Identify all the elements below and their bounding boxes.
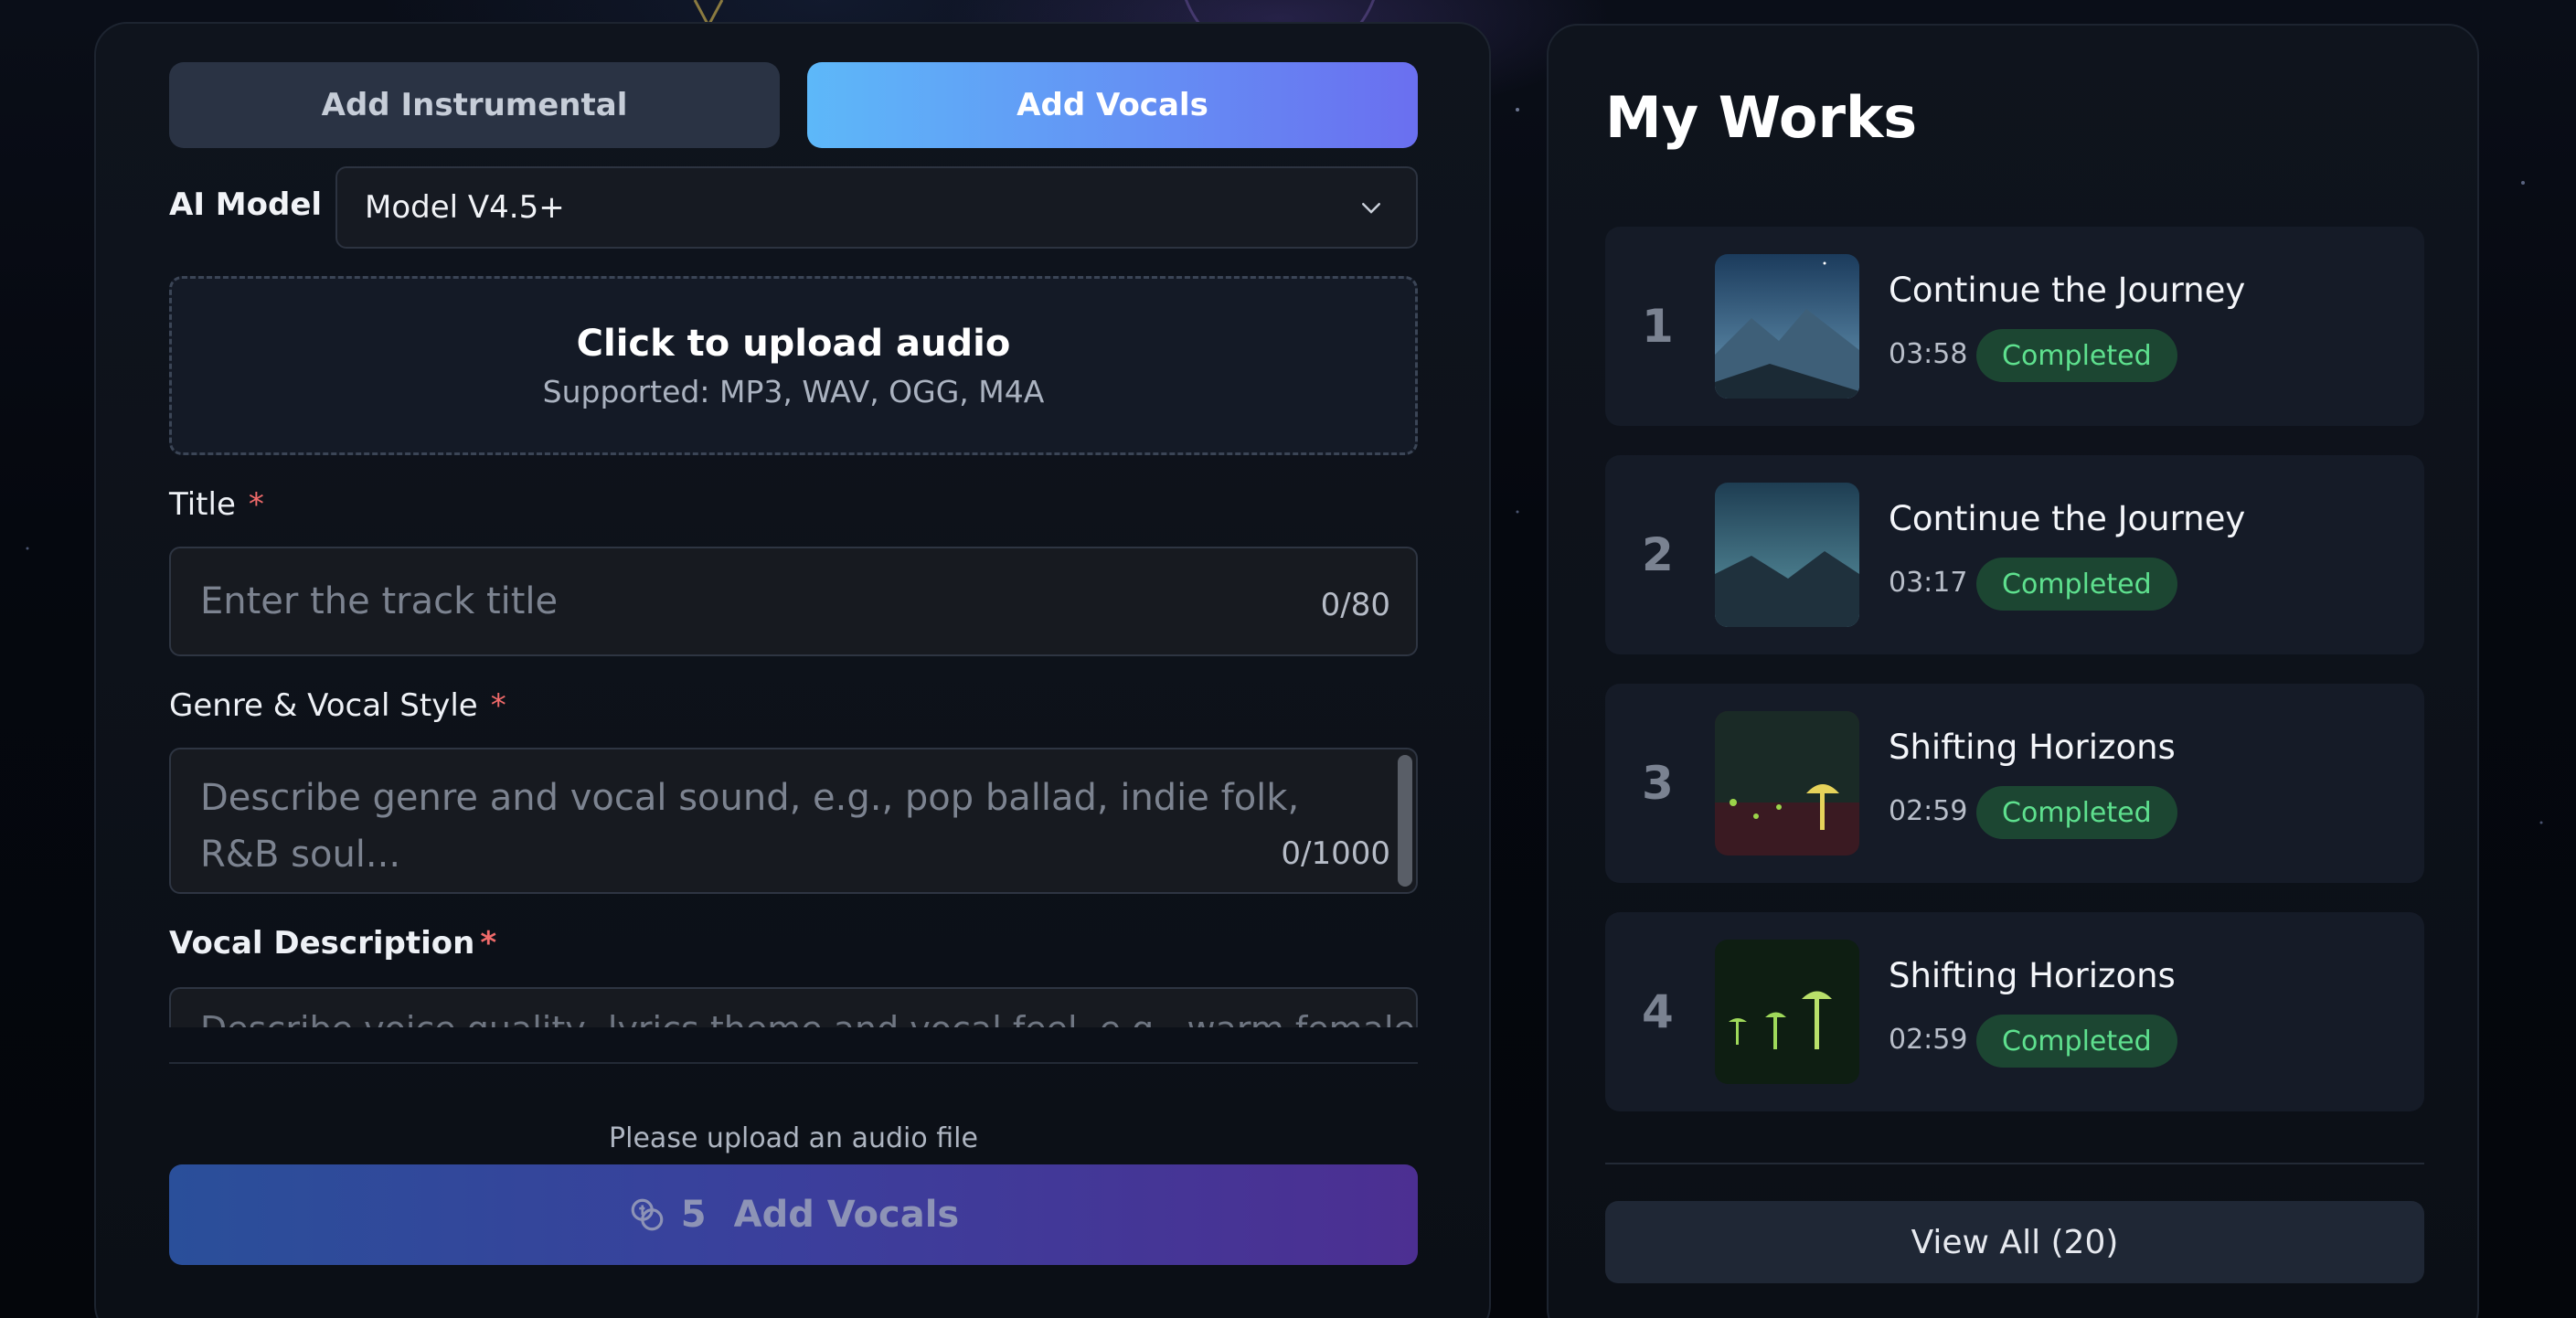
work-duration: 02:59 [1889,1024,1968,1056]
upload-supported-formats: Supported: MP3, WAV, OGG, M4A [542,373,1045,409]
upload-hint: Please upload an audio file [609,1122,978,1154]
work-duration: 03:58 [1889,338,1968,370]
genre-placeholder: Describe genre and vocal sound, e.g., po… [200,777,1300,876]
title-label: Title * [169,486,264,523]
work-index: 1 [1642,300,1674,353]
required-marker: * [480,925,497,962]
my-works-panel: My Works 1 Continue the Journey 03:58 Co… [1547,24,2479,1318]
status-badge: Completed [1976,1015,2177,1068]
status-badge: Completed [1976,558,2177,611]
work-duration: 03:17 [1889,567,1968,599]
work-item[interactable]: 2 Continue the Journey 03:17 Completed [1605,455,2424,654]
work-item[interactable]: 4 Shifting Horizons 02:59 Completed [1605,912,2424,1111]
submit-label: Add Vocals [733,1194,960,1236]
ai-model-select[interactable]: Model V4.5+ [335,166,1418,249]
credits-cost: 5 [680,1194,707,1236]
work-index: 4 [1642,985,1674,1038]
add-vocals-submit-button[interactable]: 5 Add Vocals [169,1164,1418,1265]
genre-char-counter: 0/1000 [1281,835,1390,872]
textarea-scrollbar[interactable] [1398,755,1412,887]
work-cover-image [1715,940,1859,1084]
work-cover-image [1715,254,1859,399]
view-all-button[interactable]: View All (20) [1605,1201,2424,1283]
works-divider [1605,1163,2424,1164]
vocal-description-textarea[interactable]: Describe voice quality, lyrics theme and… [169,987,1418,1027]
status-badge: Completed [1976,786,2177,839]
work-duration: 02:59 [1889,795,1968,827]
status-badge: Completed [1976,329,2177,382]
upload-title: Click to upload audio [576,322,1011,365]
work-item[interactable]: 3 Shifting Horizons 02:59 Completed [1605,684,2424,883]
create-panel: Add Instrumental Add Vocals AI Model Mod… [94,22,1491,1318]
vocal-description-placeholder: Describe voice quality, lyrics theme and… [200,1009,1416,1027]
title-placeholder: Enter the track title [200,580,559,622]
vocal-description-label: Vocal Description * [169,925,497,962]
work-title: Continue the Journey [1889,499,2246,538]
audio-upload-dropzone[interactable]: Click to upload audio Supported: MP3, WA… [169,276,1418,455]
genre-vocal-style-textarea[interactable]: Describe genre and vocal sound, e.g., po… [169,748,1418,894]
tab-add-vocals[interactable]: Add Vocals [807,62,1418,148]
required-marker: * [248,486,264,523]
required-marker: * [490,687,506,724]
my-works-title: My Works [1605,84,1918,151]
work-cover-image [1715,483,1859,627]
work-cover-image [1715,711,1859,856]
genre-label: Genre & Vocal Style * [169,687,506,724]
tab-add-instrumental[interactable]: Add Instrumental [169,62,780,148]
form-divider [169,1062,1418,1064]
work-item[interactable]: 1 Continue the Journey 03:58 Completed [1605,227,2424,426]
ai-model-label: AI Model [169,186,323,223]
credits-coin-icon [631,1198,664,1231]
work-title: Shifting Horizons [1889,728,2176,767]
title-char-counter: 0/80 [1320,587,1390,623]
ai-model-selected-value: Model V4.5+ [365,189,565,226]
work-title: Shifting Horizons [1889,956,2176,995]
work-index: 2 [1642,528,1674,581]
work-title: Continue the Journey [1889,271,2246,310]
chevron-down-icon [1362,203,1380,214]
title-input[interactable]: Enter the track title 0/80 [169,547,1418,656]
work-index: 3 [1642,757,1674,810]
